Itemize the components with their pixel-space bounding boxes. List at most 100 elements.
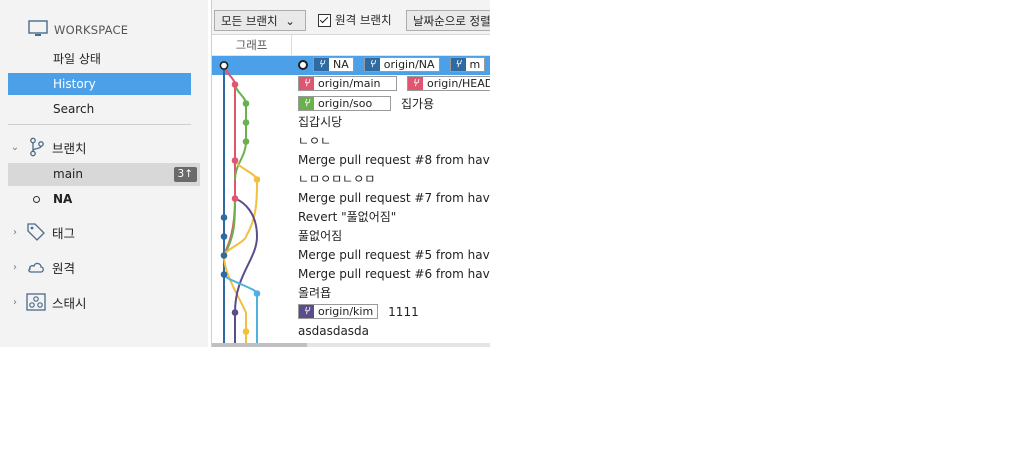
commit-node[interactable] <box>220 271 228 278</box>
commit-message: Merge pull request #5 from havitaz/ <box>298 248 490 262</box>
commit-graph <box>219 61 261 347</box>
graph-edge <box>234 197 258 237</box>
commit-node[interactable] <box>231 81 239 88</box>
remote-branch-toggle[interactable]: 원격 브랜치 <box>318 12 392 28</box>
commit-message: Merge pull request #7 from havitaz/ <box>298 191 490 205</box>
current-branch-icon <box>33 196 40 203</box>
commit-message: 집갑시당 <box>298 115 343 129</box>
commit-refs: ⑂ origin/soo 집가용 <box>298 95 434 112</box>
branch-ref-name: m <box>469 58 481 71</box>
tags-label: 태그 <box>52 225 76 241</box>
branch-ref-icon: ⑂ <box>299 305 314 318</box>
ahead-count-badge: 3↑ <box>173 167 197 182</box>
sort-order-dropdown[interactable]: 날짜순으로 정렬 <box>406 10 490 31</box>
branch-ref-name: origin/kim <box>318 305 374 318</box>
commit-node[interactable] <box>220 214 228 221</box>
branch-ref-icon: ⑂ <box>314 58 329 71</box>
scrollbar-thumb[interactable] <box>212 343 307 347</box>
commit-node[interactable] <box>220 233 228 240</box>
branch-item-main[interactable]: main 3↑ <box>8 163 200 186</box>
tags-section-header[interactable]: › 태그 <box>8 221 75 243</box>
branch-ref-label[interactable]: ⑂ origin/kim <box>298 304 379 319</box>
chevron-right-icon: › <box>13 261 17 273</box>
commit-message: ㄴㅁㅇㅁㄴㅇㅁ <box>298 172 376 186</box>
branch-ref-name: origin/HEAD <box>427 77 490 90</box>
branch-ref-name: origin/NA <box>383 58 435 71</box>
commit-node[interactable] <box>242 119 250 126</box>
branch-item-na[interactable]: NA <box>8 188 200 211</box>
tag-icon <box>26 222 46 242</box>
cloud-icon <box>26 257 46 277</box>
branch-ref-name: origin/main <box>318 77 381 90</box>
workspace-header: WORKSPACE <box>28 19 129 41</box>
workspace-label: WORKSPACE <box>54 23 129 37</box>
commit-node[interactable] <box>242 328 250 335</box>
column-header-bar: 그래프 <box>212 35 490 56</box>
history-toolbar: 모든 브랜치 ⌄ 원격 브랜치 날짜순으로 정렬 <box>212 0 490 35</box>
chevron-right-icon: › <box>13 296 17 308</box>
commit-node[interactable] <box>220 252 228 259</box>
branch-name: main <box>53 167 83 181</box>
sidebar: WORKSPACE 파일 상태 History Search ⌄ 브랜치 mai… <box>0 0 208 347</box>
nav-search[interactable]: Search <box>8 98 191 120</box>
branch-ref-name: NA <box>333 58 349 71</box>
history-panel: 모든 브랜치 ⌄ 원격 브랜치 날짜순으로 정렬 그래프 ⑂ NA ⑂ origin/… <box>211 0 490 347</box>
branches-label: 브랜치 <box>52 140 87 156</box>
commit-message: Merge pull request #8 from havitaz/ <box>298 153 490 167</box>
graph-column-header[interactable]: 그래프 <box>212 35 292 55</box>
chevron-right-icon: › <box>13 226 17 238</box>
nav-history[interactable]: History <box>8 73 191 95</box>
commit-message: 올려욥 <box>298 286 332 300</box>
horizontal-scrollbar[interactable] <box>212 343 490 347</box>
commit-node[interactable] <box>253 290 261 297</box>
commit-node[interactable] <box>242 138 250 145</box>
commit-node[interactable] <box>219 61 229 70</box>
branch-ref-label[interactable]: ⑂ origin/main <box>298 76 397 91</box>
commit-refs: ⑂ origin/main ⑂ origin/HEAD <box>298 76 490 91</box>
branch-ref-label[interactable]: ⑂ m <box>449 57 486 72</box>
commit-refs: ⑂ NA ⑂ origin/NA ⑂ m <box>298 57 490 72</box>
remote-branch-label: 원격 브랜치 <box>335 13 392 27</box>
sort-order-value: 날짜순으로 정렬 <box>413 14 490 28</box>
branch-ref-label[interactable]: ⑂ NA <box>313 57 354 72</box>
stash-label: 스태시 <box>52 295 87 311</box>
stash-icon <box>26 292 46 312</box>
commit-message: Revert "풀없어짐" <box>298 210 397 224</box>
commit-node[interactable] <box>253 176 261 183</box>
commit-node[interactable] <box>231 157 239 164</box>
commit-node[interactable] <box>242 100 250 107</box>
branch-ref-icon: ⑂ <box>364 58 380 71</box>
remotes-label: 원격 <box>52 260 76 276</box>
sidebar-divider <box>8 124 191 125</box>
commit-node[interactable] <box>231 309 239 316</box>
branch-filter-dropdown[interactable]: 모든 브랜치 ⌄ <box>214 10 306 31</box>
remotes-section-header[interactable]: › 원격 <box>8 256 75 278</box>
graph-edge <box>234 236 258 313</box>
branch-ref-name: origin/soo <box>318 97 373 110</box>
branch-filter-value: 모든 브랜치 <box>221 14 278 28</box>
nav-file-status[interactable]: 파일 상태 <box>8 48 191 70</box>
branch-name: NA <box>53 192 73 206</box>
branch-ref-icon: ⑂ <box>450 58 466 71</box>
monitor-icon <box>28 19 48 41</box>
commit-message: ㄴㅇㄴ <box>298 134 332 148</box>
head-indicator-icon <box>298 59 308 70</box>
chevron-down-icon: ⌄ <box>285 14 295 28</box>
commit-node[interactable] <box>231 195 239 202</box>
branch-ref-icon: ⑂ <box>299 77 314 90</box>
branches-section-header[interactable]: ⌄ 브랜치 <box>8 136 87 158</box>
app-window: WORKSPACE 파일 상태 History Search ⌄ 브랜치 mai… <box>0 0 490 347</box>
remote-branch-checkbox[interactable] <box>318 13 331 27</box>
branch-ref-label[interactable]: ⑂ origin/soo <box>298 96 391 111</box>
branch-ref-icon: ⑂ <box>299 97 314 110</box>
branch-ref-icon: ⑂ <box>408 77 423 90</box>
branch-ref-label[interactable]: ⑂ origin/HEAD <box>407 76 490 91</box>
stash-section-header[interactable]: › 스태시 <box>8 291 87 313</box>
commit-message: 집가용 <box>401 97 435 111</box>
commit-message: Merge pull request #6 from havitaz/ <box>298 267 490 281</box>
branch-ref-label[interactable]: ⑂ origin/NA <box>363 57 440 72</box>
commit-message: 1111 <box>388 304 419 319</box>
commit-message: 풀없어짐 <box>298 229 343 243</box>
commit-message: asdasdasda <box>298 324 370 338</box>
chevron-down-icon: ⌄ <box>10 141 20 153</box>
